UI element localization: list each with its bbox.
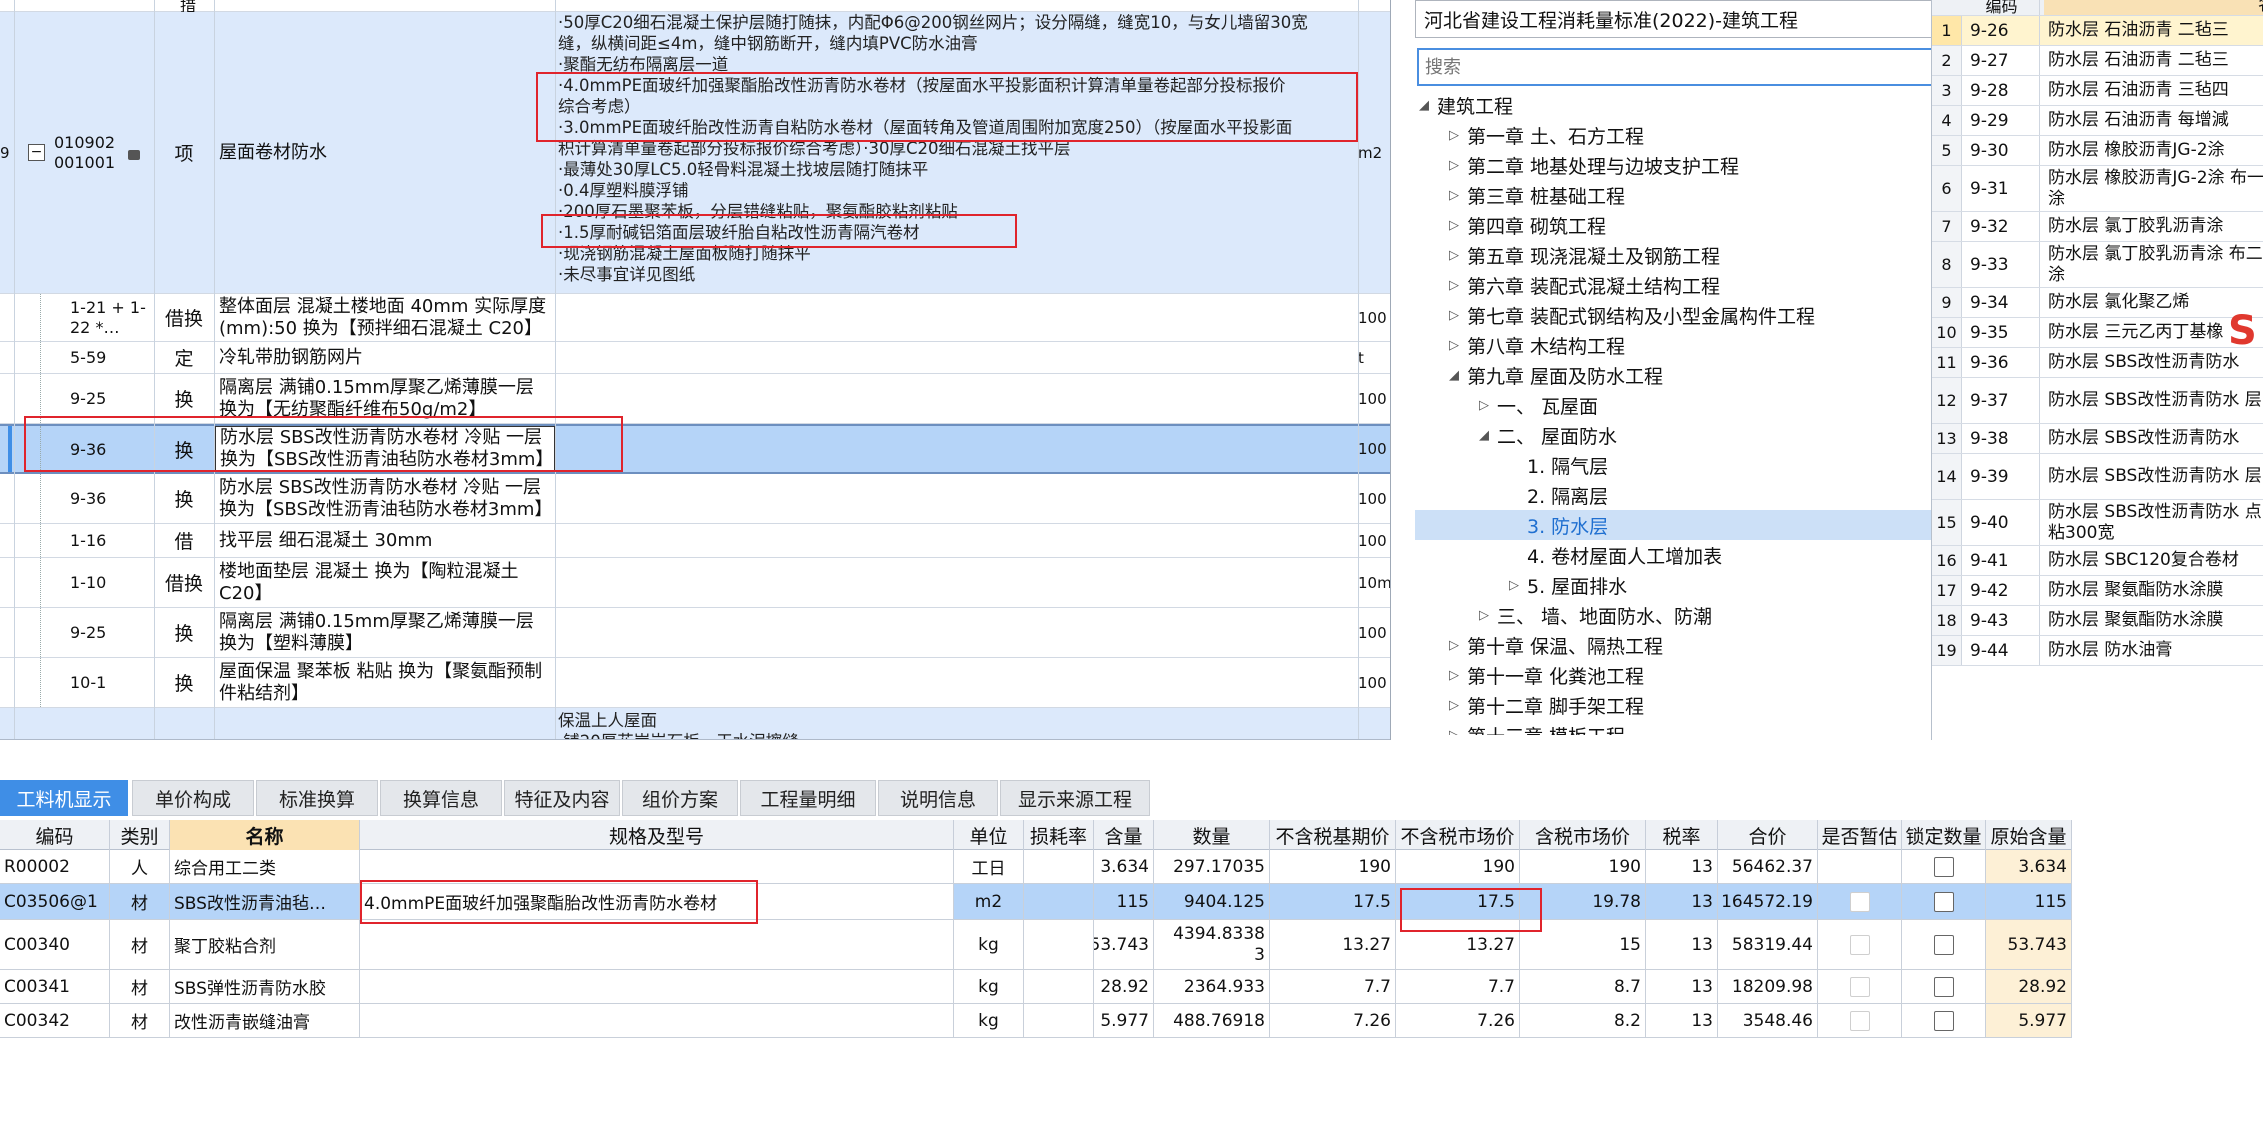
tab-standard-conversion[interactable]: 标准换算 xyxy=(256,780,378,816)
estimate-checkbox[interactable] xyxy=(1818,920,1902,969)
table-row[interactable]: 13 9-38 防水层 SBS改性沥青防水 xyxy=(1932,424,2263,454)
table-row[interactable]: 7 9-32 防水层 氯丁胶乳沥青涂 xyxy=(1932,212,2263,242)
collapsed-icon: ▷ xyxy=(1449,697,1459,713)
collapsed-icon: ▷ xyxy=(1509,577,1519,593)
table-row[interactable]: R00002 人 综合用工二类 工日 3.634 297.17035 190 1… xyxy=(0,850,2072,884)
table-row[interactable]: 9 9-34 防水层 氯化聚乙烯 xyxy=(1932,288,2263,318)
expanded-icon: ◢ xyxy=(1419,97,1429,113)
collapsed-icon: ▷ xyxy=(1449,247,1459,263)
norm-table: 编码 名 19-26防水层 石油沥青 二毡三 29-27防水层 石油沥青 二毡三… xyxy=(1931,0,2263,740)
table-row[interactable]: 14 9-39 防水层 SBS改性沥青防水 层 xyxy=(1932,454,2263,500)
table-row[interactable]: C00341 材 SBS弹性沥青防水胶 kg 28.92 2364.933 7.… xyxy=(0,970,2072,1004)
sub-row[interactable]: 9-25 换 隔离层 满铺0.15mm厚聚乙烯薄膜一层 换为【无纺聚酯纤维布50… xyxy=(0,374,1390,424)
tab-labor-material[interactable]: 工料机显示 xyxy=(0,780,128,816)
tab-quantity-detail[interactable]: 工程量明细 xyxy=(740,780,876,816)
collapsed-icon: ▷ xyxy=(1449,667,1459,683)
table-row[interactable]: 17 9-42 防水层 聚氨酯防水涂膜 xyxy=(1932,576,2263,606)
table-row[interactable]: 19 9-44 防水层 防水油膏 xyxy=(1932,636,2263,666)
table-row[interactable]: 15 9-40 防水层 SBS改性沥青防水 点粘300宽 xyxy=(1932,500,2263,546)
collapsed-icon: ▷ xyxy=(1449,637,1459,653)
table-row[interactable]: 12 9-37 防水层 SBS改性沥青防水 层 xyxy=(1932,378,2263,424)
grid-header: 编码 类别 名称 规格及型号 单位 损耗率 含量 数量 不含税基期价 不含税市场… xyxy=(0,820,2072,850)
collapse-icon[interactable]: − xyxy=(28,12,50,293)
sub-row[interactable]: 1-21 + 1-22 *… 借换 整体面层 混凝土楼地面 40mm 实际厚度(… xyxy=(0,294,1390,342)
table-row[interactable]: 3 9-28 防水层 石油沥青 三毡四 xyxy=(1932,76,2263,106)
expanded-icon: ◢ xyxy=(1479,427,1489,443)
item-row[interactable]: 9 − 010902 001001 项 屋面卷材防水 m2 ·50厚C20细石混… xyxy=(0,12,1390,294)
item-name[interactable]: 屋面卷材防水 xyxy=(215,12,555,293)
tab-conversion-info[interactable]: 换算信息 xyxy=(380,780,502,816)
collapsed-icon: ▷ xyxy=(1449,187,1459,203)
collapsed-icon: ▷ xyxy=(1479,607,1489,623)
table-row[interactable]: 8 9-33 防水层 氯丁胶乳沥青涂 布二涂 xyxy=(1932,242,2263,288)
sub-row[interactable]: 9-36 换 防水层 SBS改性沥青防水卷材 冷贴 一层 换为【SBS改性沥青油… xyxy=(0,474,1390,524)
lock-checkbox[interactable] xyxy=(1902,970,1986,1003)
table-header: 编码 名 xyxy=(1932,0,2263,16)
collapsed-icon: ▷ xyxy=(1449,217,1459,233)
collapsed-icon: ▷ xyxy=(1449,127,1459,143)
detail-tabs: 工料机显示 单价构成 标准换算 换算信息 特征及内容 组价方案 工程量明细 说明… xyxy=(0,780,1160,816)
collapsed-icon: ▷ xyxy=(1449,277,1459,293)
item-row[interactable]: 保温上人屋面 ·铺20厚花岗岩石板，干水泥擦缝 xyxy=(0,708,1390,739)
table-row[interactable]: 10 9-35 防水层 三元乙丙丁基橡 xyxy=(1932,318,2263,348)
table-row[interactable]: 16 9-41 防水层 SBC120复合卷材 xyxy=(1932,546,2263,576)
item-code: 010902 001001 xyxy=(54,132,116,172)
table-row[interactable]: 1 9-26 防水层 石油沥青 二毡三 xyxy=(1932,16,2263,46)
table-row-selected[interactable]: C03506@1 材 SBS改性沥青油毡… 4.0mmPE面玻纤加强聚酯胎改性沥… xyxy=(0,884,2072,920)
item-features[interactable]: ·50厚C20细石混凝土保护层随打随抹，内配Φ6@200钢丝网片；设分隔缝，缝宽… xyxy=(558,12,1358,285)
sub-row[interactable]: 9-25 换 隔离层 满铺0.15mm厚聚乙烯薄膜一层 换为【塑料薄膜】 100 xyxy=(0,608,1390,658)
table-row[interactable]: 4 9-29 防水层 石油沥青 每增減 xyxy=(1932,106,2263,136)
estimate-checkbox[interactable] xyxy=(1818,884,1902,919)
sub-row[interactable]: 5-59 定 冷轧带肋钢筋网片 t xyxy=(0,342,1390,374)
collapsed-icon: ▷ xyxy=(1479,397,1489,413)
collapsed-icon: ▷ xyxy=(1449,307,1459,323)
lock-checkbox[interactable] xyxy=(1902,1004,1986,1037)
tab-description[interactable]: 说明信息 xyxy=(878,780,998,816)
table-row[interactable]: 6 9-31 防水层 橡胶沥青JG-2涂 布一涂 xyxy=(1932,166,2263,212)
table-row[interactable]: 5 9-30 防水层 橡胶沥青JG-2涂 xyxy=(1932,136,2263,166)
item-grid: 措 9 − 010902 001001 项 屋面卷材防水 m2 ·50厚C20细… xyxy=(0,0,1390,740)
lock-icon xyxy=(128,12,148,293)
table-row[interactable]: C00342 材 改性沥青嵌缝油膏 kg 5.977 488.76918 7.2… xyxy=(0,1004,2072,1038)
table-row[interactable]: C00340 材 聚丁胶粘合剂 kg 53.743 4394.8338 3 13… xyxy=(0,920,2072,970)
tab-unit-price[interactable]: 单价构成 xyxy=(132,780,254,816)
standard-panel: 河北省建设工程消耗量标准(2022)-建筑工程 ▼ ◢建筑工程 ▷第一章 土、石… xyxy=(1390,0,2263,740)
lock-checkbox[interactable] xyxy=(1902,850,1986,883)
row-partial: 措 xyxy=(0,0,1390,15)
ime-logo-icon: S xyxy=(2228,308,2257,354)
row-index: 9 xyxy=(0,143,10,162)
table-row[interactable]: 2 9-27 防水层 石油沥青 二毡三 xyxy=(1932,46,2263,76)
table-row[interactable]: 11 9-36 防水层 SBS改性沥青防水 xyxy=(1932,348,2263,378)
item-type: 项 xyxy=(174,143,194,165)
collapsed-icon: ▷ xyxy=(1449,157,1459,173)
estimate-checkbox[interactable] xyxy=(1818,970,1902,1003)
sub-row[interactable]: 1-10 借换 楼地面垫层 混凝土 换为【陶粒混凝土C20】 10m xyxy=(0,558,1390,608)
sub-row[interactable]: 10-1 换 屋面保温 聚苯板 粘贴 换为【聚氨酯预制件粘结剂】 100 xyxy=(0,658,1390,708)
lock-checkbox[interactable] xyxy=(1902,884,1986,919)
expanded-icon: ◢ xyxy=(1449,367,1459,383)
tab-features[interactable]: 特征及内容 xyxy=(504,780,620,816)
collapsed-icon: ▷ xyxy=(1449,727,1459,736)
tab-source-project[interactable]: 显示来源工程 xyxy=(1000,780,1150,816)
table-row[interactable]: 18 9-43 防水层 聚氨酯防水涂膜 xyxy=(1932,606,2263,636)
item-unit: m2 xyxy=(1358,143,1383,162)
lock-checkbox[interactable] xyxy=(1902,920,1986,969)
sub-row-selected[interactable]: 9-36 换 防水层 SBS改性沥青防水卷材 冷贴 一层 换为【SBS改性沥青油… xyxy=(0,424,1390,474)
estimate-checkbox[interactable] xyxy=(1818,1004,1902,1037)
sub-row[interactable]: 1-16 借 找平层 细石混凝土 30mm 100 xyxy=(0,524,1390,558)
tab-pricing-scheme[interactable]: 组价方案 xyxy=(622,780,738,816)
collapsed-icon: ▷ xyxy=(1449,337,1459,353)
resource-grid: 编码 类别 名称 规格及型号 单位 损耗率 含量 数量 不含税基期价 不含税市场… xyxy=(0,820,2072,1042)
